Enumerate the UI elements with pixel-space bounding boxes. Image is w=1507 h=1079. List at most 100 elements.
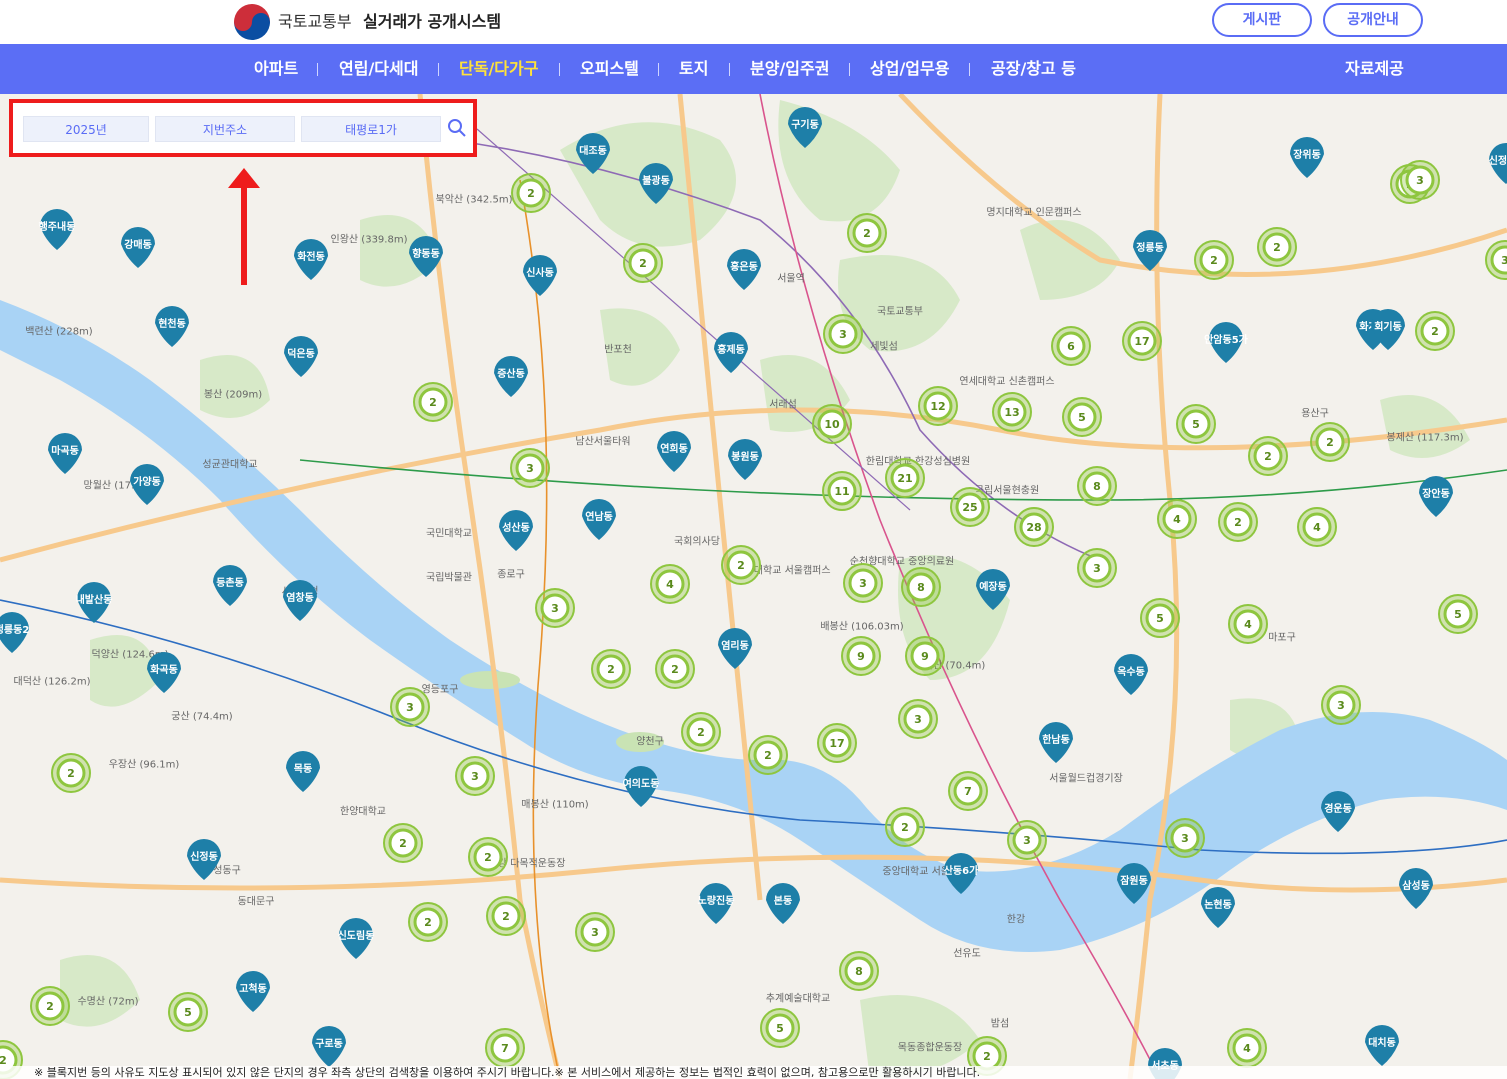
dong-pin[interactable]: 여의도동 — [623, 766, 660, 807]
nav-item-rowhouse[interactable]: 연립/다세대 — [339, 44, 418, 94]
listing-cluster[interactable]: 5 — [760, 1008, 800, 1048]
listing-cluster[interactable]: 6 — [1051, 326, 1091, 366]
listing-cluster[interactable]: 12 — [918, 386, 958, 426]
listing-cluster[interactable]: 2 — [591, 649, 631, 689]
dong-pin[interactable]: 삼성동 — [1399, 868, 1433, 909]
nav-item-land[interactable]: 토지 — [679, 44, 708, 94]
listing-cluster[interactable]: 7 — [948, 771, 988, 811]
nav-item-apartment[interactable]: 아파트 — [254, 44, 298, 94]
listing-cluster[interactable]: 2 — [51, 753, 91, 793]
dong-pin[interactable]: 산동6가 — [944, 853, 979, 894]
dong-pin[interactable]: 화전동 — [294, 239, 328, 280]
listing-cluster[interactable]: 21 — [885, 458, 925, 498]
listing-cluster[interactable]: 2 — [748, 735, 788, 775]
listing-cluster[interactable]: 28 — [1014, 507, 1054, 547]
dong-pin[interactable]: 옥수동 — [1114, 654, 1148, 695]
dong-pin[interactable]: 등촌동 — [213, 565, 247, 606]
dong-pin[interactable]: 불광동 — [639, 163, 673, 204]
dong-select[interactable]: 태평로1가 — [301, 116, 441, 142]
dong-pin[interactable]: 내발산동 — [76, 582, 113, 623]
listing-cluster[interactable]: 2 — [721, 545, 761, 585]
listing-cluster[interactable]: 5 — [1062, 397, 1102, 437]
dong-pin[interactable]: 신사동 — [523, 255, 557, 296]
listing-cluster[interactable]: 8 — [1077, 466, 1117, 506]
listing-cluster[interactable]: 3 — [455, 756, 495, 796]
listing-cluster[interactable]: 3 — [1165, 818, 1205, 858]
system-title[interactable]: 실거래가 공개시스템 — [363, 8, 501, 32]
dong-pin[interactable]: 마곡동 — [48, 432, 82, 474]
board-button[interactable]: 게시판 — [1212, 3, 1312, 37]
dong-pin[interactable]: 성산동 — [499, 510, 533, 551]
listing-cluster[interactable]: 3 — [843, 563, 883, 603]
listing-cluster[interactable]: 2 — [1415, 311, 1455, 351]
dong-pin[interactable]: 염창동 — [283, 580, 317, 621]
dong-pin[interactable]: 정릉동2 — [0, 612, 29, 653]
dong-pin[interactable]: 신정동 — [187, 839, 221, 880]
listing-cluster[interactable]: 4 — [650, 564, 690, 604]
dong-pin[interactable]: 논현동 — [1201, 887, 1235, 928]
dong-pin[interactable]: 정릉동 — [1133, 230, 1167, 271]
dong-pin[interactable]: 잠원동 — [1117, 863, 1151, 904]
listing-cluster[interactable]: 2 — [30, 986, 70, 1026]
year-select[interactable]: 2025년 — [23, 116, 149, 142]
search-icon[interactable] — [447, 118, 467, 138]
dong-pin[interactable]: 구기동 — [788, 107, 822, 148]
nav-item-commercial[interactable]: 상업/업무용 — [870, 44, 949, 94]
listing-cluster[interactable]: 5 — [1176, 404, 1216, 444]
listing-cluster[interactable]: 2 — [468, 837, 508, 877]
dong-pin[interactable]: 대조동 — [576, 133, 610, 174]
listing-cluster[interactable]: 3 — [898, 699, 938, 739]
listing-cluster[interactable]: 4 — [1228, 604, 1268, 644]
listing-cluster[interactable]: 2 — [1310, 422, 1350, 462]
listing-cluster[interactable]: 8 — [839, 951, 879, 991]
listing-cluster[interactable]: 5 — [1140, 598, 1180, 638]
listing-cluster[interactable]: 2 — [1218, 502, 1258, 542]
listing-cluster[interactable]: 3 — [510, 448, 550, 488]
nav-item-presale[interactable]: 분양/입주권 — [750, 44, 829, 94]
listing-cluster[interactable]: 3 — [390, 687, 430, 727]
listing-cluster[interactable]: 2 — [511, 173, 551, 213]
dong-pin[interactable]: 노량진동 — [698, 883, 735, 924]
listing-cluster[interactable]: 4 — [1297, 507, 1337, 547]
dong-pin[interactable]: 구로동 — [312, 1026, 346, 1067]
listing-cluster[interactable]: 2 — [885, 807, 925, 847]
dong-pin[interactable]: 목동 — [286, 751, 320, 792]
dong-pin[interactable]: 홍제동 — [714, 332, 748, 373]
listing-cluster[interactable]: 9 — [905, 636, 945, 676]
dong-pin[interactable]: 향동동 — [409, 236, 443, 277]
dong-pin[interactable]: 강매동 — [121, 227, 155, 268]
listing-cluster[interactable]: 3 — [1485, 240, 1507, 280]
listing-cluster[interactable]: 5 — [1438, 594, 1478, 634]
dong-pin[interactable]: 신정6동 — [1489, 143, 1507, 184]
dong-pin[interactable]: 현천동 — [155, 306, 189, 347]
listing-cluster[interactable]: 3 — [1007, 820, 1047, 860]
listing-cluster[interactable]: 3 — [575, 912, 615, 952]
dong-pin[interactable]: 가양동 — [130, 463, 165, 505]
dong-pin[interactable]: 장위동 — [1290, 137, 1324, 178]
dong-pin[interactable]: 증산동 — [494, 356, 528, 397]
dong-pin[interactable]: 대치동 — [1365, 1025, 1399, 1066]
listing-cluster[interactable]: 3 — [1077, 548, 1117, 588]
nav-item-officetel[interactable]: 오피스텔 — [580, 44, 639, 94]
listing-cluster[interactable]: 7 — [485, 1028, 525, 1068]
address-type-select[interactable]: 지번주소 — [155, 116, 295, 142]
dong-pin[interactable]: 신도림동 — [338, 918, 375, 959]
listing-cluster[interactable]: 2 — [413, 382, 453, 422]
listing-cluster[interactable]: 9 — [841, 636, 881, 676]
listing-cluster[interactable]: 2 — [681, 712, 721, 752]
nav-item-data-provision[interactable]: 자료제공 — [1345, 44, 1404, 94]
nav-item-factory[interactable]: 공장/창고 등 — [991, 44, 1076, 94]
listing-cluster[interactable]: 17 — [1122, 321, 1162, 361]
listing-cluster[interactable]: 2 — [847, 213, 887, 253]
listing-cluster[interactable]: 2 — [1257, 227, 1297, 267]
listing-cluster[interactable]: 2 — [486, 896, 526, 936]
dong-pin[interactable]: 한남동 — [1039, 722, 1073, 763]
listing-cluster[interactable]: 2 — [383, 823, 423, 863]
listing-cluster[interactable]: 4 — [1157, 499, 1197, 539]
dong-pin[interactable]: 장안동 — [1419, 476, 1453, 517]
listing-cluster[interactable]: 2 — [1194, 240, 1234, 280]
map-canvas[interactable]: 국토교통부 종로구 마포구 용산구 성동구 동대문구 영등포구 양천구 한강 선유도 밤섬 세빛섬 서래… — [0, 94, 1507, 1079]
listing-cluster[interactable]: 3 — [823, 314, 863, 354]
dong-pin[interactable]: 연희동 — [657, 431, 691, 472]
listing-cluster[interactable]: 3 — [1400, 160, 1440, 200]
